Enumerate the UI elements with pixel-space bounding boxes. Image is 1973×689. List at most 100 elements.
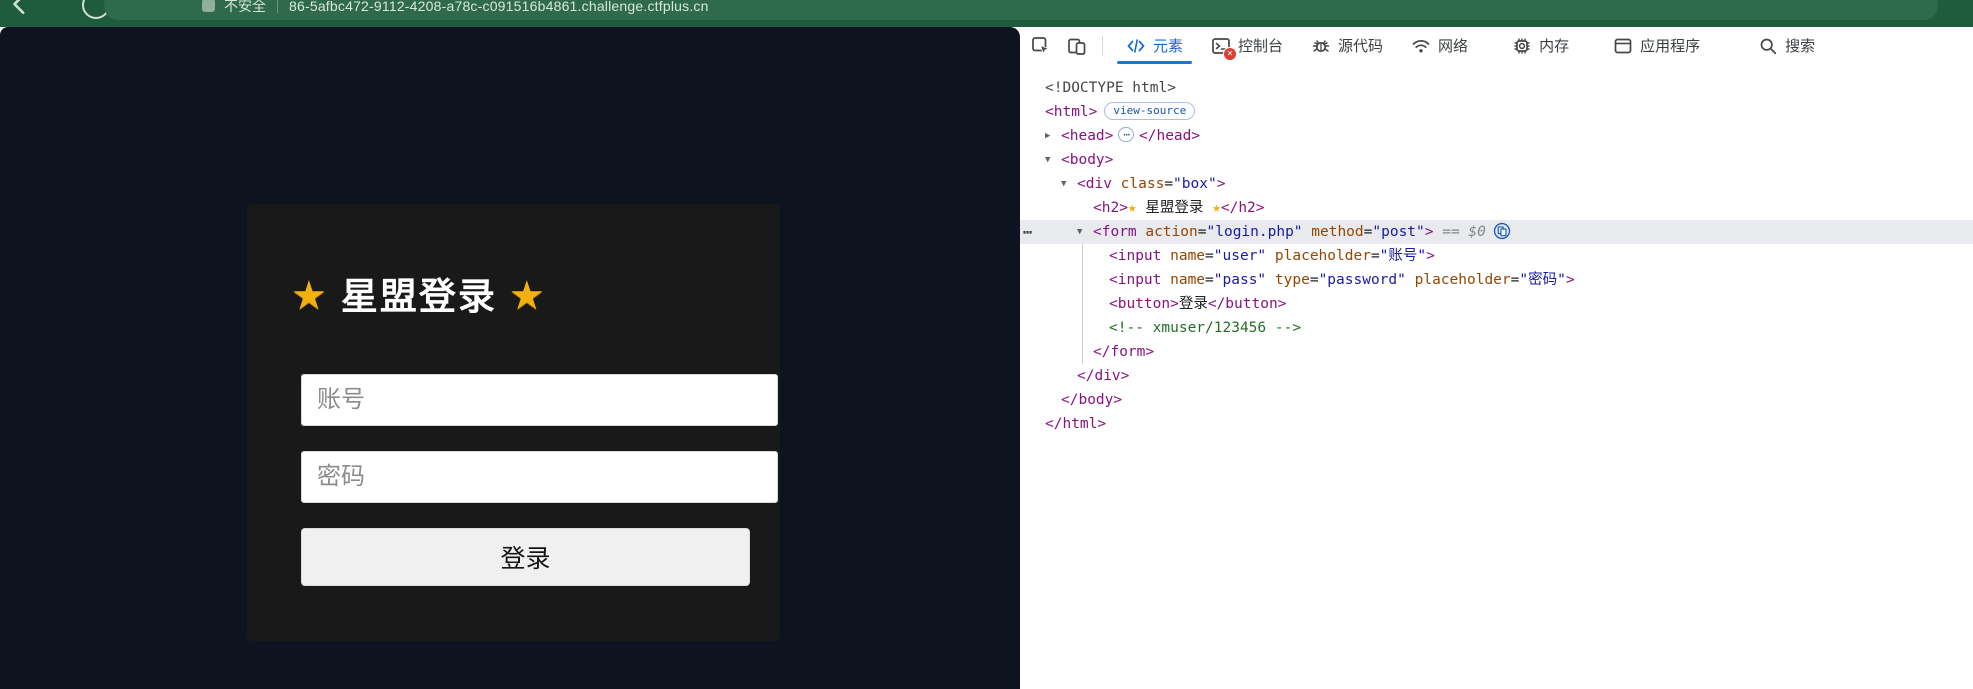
code-segment-badge-pill[interactable]: view-source — [1104, 102, 1195, 120]
bug-icon — [1311, 36, 1331, 56]
window-icon — [1613, 36, 1633, 56]
devtools-tabs: 元素✕控制台源代码网络内存应用程序搜索 — [1112, 27, 1973, 64]
devtools-code-line[interactable]: <!DOCTYPE html> — [1020, 76, 1973, 100]
code-segment-punct: = — [1198, 224, 1207, 240]
collapse-arrow-icon[interactable]: ▼ — [1045, 148, 1050, 172]
devtools-code-line[interactable]: ▼<div class="box"> — [1020, 172, 1973, 196]
address-bar[interactable]: 不安全 86-5afbc472-9112-4208-a78c-c091516b4… — [104, 0, 1938, 20]
page-info-icon[interactable] — [202, 0, 215, 12]
code-segment-tag: <html> — [1045, 104, 1097, 120]
devtools-code-line[interactable]: ▶ <head> ⋯ </head> — [1020, 124, 1973, 148]
devtools-code-line-selected[interactable]: ⋯▼<form action="login.php" method="post"… — [1020, 220, 1973, 244]
code-segment-val: "pass" — [1214, 272, 1266, 288]
code-segment-tag: <body> — [1061, 152, 1113, 168]
devtools-toolbar: 元素✕控制台源代码网络内存应用程序搜索 — [1020, 27, 1973, 64]
page-title: ★星盟登录★ — [291, 266, 547, 320]
tab-label: 元素 — [1153, 35, 1183, 56]
more-actions-icon[interactable]: ⋯ — [1023, 220, 1031, 244]
tab-sources[interactable]: 源代码 — [1297, 27, 1397, 64]
code-segment-attr: placeholder — [1266, 248, 1371, 264]
code-segment-tag: <h2> — [1093, 200, 1128, 216]
tab-label: 源代码 — [1338, 35, 1383, 56]
code-segment-punct: = — [1310, 272, 1319, 288]
code-segment-tag: </form> — [1093, 344, 1154, 360]
code-segment-text: 星盟登录 — [1137, 200, 1212, 216]
tab-console[interactable]: ✕控制台 — [1197, 27, 1297, 64]
code-segment-tag: </button> — [1208, 296, 1287, 312]
account-input[interactable] — [301, 374, 778, 426]
code-segment-val: "密码" — [1519, 272, 1565, 288]
code-segment-tag: > — [1426, 248, 1435, 264]
url-text[interactable]: 86-5afbc472-9112-4208-a78c-c091516b4861.… — [289, 0, 709, 14]
code-segment-comment: <!-- xmuser/123456 --> — [1109, 320, 1301, 336]
tab-label: 网络 — [1438, 35, 1468, 56]
star-icon: ★ — [291, 274, 329, 318]
code-segment-punct: = — [1371, 248, 1380, 264]
code-segment-attr: placeholder — [1406, 272, 1511, 288]
browser-toolbar: 不安全 86-5afbc472-9112-4208-a78c-c091516b4… — [0, 0, 1973, 27]
devtools-code-line[interactable]: <h2>★ 星盟登录 ★</h2> — [1020, 196, 1973, 220]
tab-label: 搜索 — [1785, 35, 1815, 56]
login-button[interactable]: 登录 — [301, 528, 750, 586]
chip-icon — [1512, 36, 1532, 56]
code-segment-tag: <button> — [1109, 296, 1179, 312]
devtools-code-line[interactable]: </body> — [1020, 388, 1973, 412]
address-divider — [277, 0, 278, 13]
devtools-code-line[interactable]: </div> — [1020, 364, 1973, 388]
expand-arrow-icon[interactable]: ▶ — [1045, 124, 1050, 148]
tab-label: 控制台 — [1238, 35, 1283, 56]
code-segment-tag: <div — [1077, 176, 1112, 192]
tab-elements[interactable]: 元素 — [1112, 27, 1197, 64]
code-segment-badge-dots[interactable]: ⋯ — [1118, 127, 1134, 142]
not-secure-label[interactable]: 不安全 — [224, 0, 266, 16]
devtools-code-line[interactable]: <input name="pass" type="password" place… — [1020, 268, 1973, 292]
devtools-code-line[interactable]: ▼ <body> — [1020, 148, 1973, 172]
elements-tree: <!DOCTYPE html> <html> view-source ▶ <head> ⋯… — [1020, 76, 1973, 436]
devtools-code-line[interactable]: <button>登录</button> — [1020, 292, 1973, 316]
star-icon: ★ — [509, 274, 547, 318]
code-segment-tag: </div> — [1077, 368, 1129, 384]
code-segment-punct: = — [1205, 272, 1214, 288]
code-segment-tag: </h2> — [1221, 200, 1265, 216]
code-segment-attr: action — [1137, 224, 1198, 240]
tab-search[interactable]: 搜索 — [1744, 27, 1829, 64]
tab-label: 内存 — [1539, 35, 1569, 56]
code-segment-hint: == $0 — [1434, 224, 1486, 240]
code-segment-tag: <input — [1109, 272, 1161, 288]
collapse-arrow-icon[interactable]: ▼ — [1077, 220, 1082, 244]
code-segment-punct: = — [1205, 248, 1214, 264]
tab-application[interactable]: 应用程序 — [1599, 27, 1714, 64]
tab-network[interactable]: 网络 — [1397, 27, 1482, 64]
devtools-code-line[interactable]: </form> — [1020, 340, 1973, 364]
code-segment-tag: > — [1566, 272, 1575, 288]
web-page: ★星盟登录★ 登录 — [0, 27, 1020, 689]
code-segment-tag: <head> — [1061, 128, 1113, 144]
code-segment-tag: > — [1217, 176, 1226, 192]
code-segment-val: "login.php" — [1207, 224, 1303, 240]
devtools-code-line[interactable]: <input name="user" placeholder="账号"> — [1020, 244, 1973, 268]
reveal-pages-icon[interactable] — [1493, 222, 1511, 240]
code-segment-val: "post" — [1372, 224, 1424, 240]
code-segment-attr: class — [1112, 176, 1164, 192]
tab-memory[interactable]: 内存 — [1498, 27, 1583, 64]
collapse-arrow-icon[interactable]: ▼ — [1061, 172, 1066, 196]
code-segment-tag: </head> — [1139, 128, 1200, 144]
devtools-code-line[interactable]: <html> view-source — [1020, 100, 1973, 124]
wifi-icon — [1411, 36, 1431, 56]
code-segment-star: ★ — [1212, 200, 1221, 216]
devtools-panel: 元素✕控制台源代码网络内存应用程序搜索 <!DOCTYPE html><html… — [1020, 27, 1973, 689]
code-segment-doctype: <!DOCTYPE html> — [1045, 80, 1176, 96]
device-toolbar-button[interactable] — [1062, 31, 1092, 61]
console-error-badge: ✕ — [1223, 47, 1237, 61]
code-segment-val: "账号" — [1380, 248, 1426, 264]
password-input[interactable] — [301, 451, 778, 503]
back-icon[interactable] — [8, 0, 34, 16]
devtools-code-line[interactable]: <!-- xmuser/123456 --> — [1020, 316, 1973, 340]
inspect-element-button[interactable] — [1026, 31, 1056, 61]
code-segment-tag: </body> — [1061, 392, 1122, 408]
devtools-code-line[interactable]: </html> — [1020, 412, 1973, 436]
code-segment-val: "user" — [1214, 248, 1266, 264]
code-segment-tag: > — [1425, 224, 1434, 240]
console-icon: ✕ — [1211, 36, 1231, 56]
code-segment-punct: = — [1164, 176, 1173, 192]
